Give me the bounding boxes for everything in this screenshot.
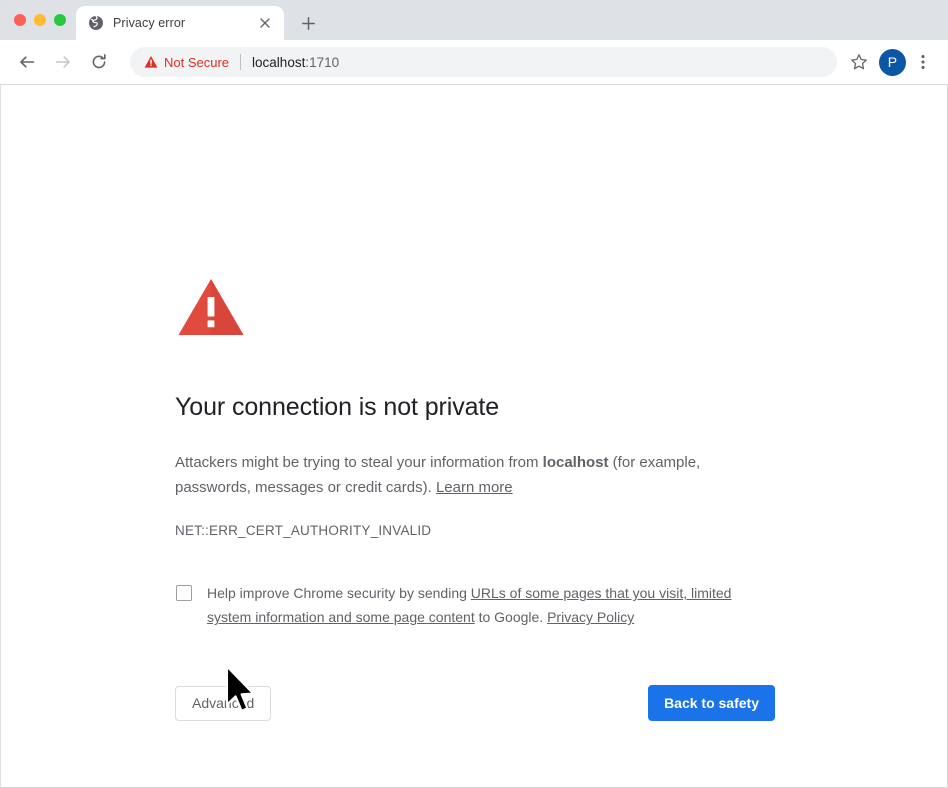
optin-middle: to Google. [474,609,548,626]
security-status-chip[interactable]: Not Secure [144,55,229,70]
reload-button[interactable] [84,47,114,77]
minimize-window-button[interactable] [34,14,46,26]
tab-strip: Privacy error [0,0,948,40]
tab-privacy-error[interactable]: Privacy error [76,6,284,40]
chrome-menu-icon[interactable] [910,48,936,76]
interstitial-button-row: Advanced Back to safety [175,685,775,722]
back-to-safety-button[interactable]: Back to safety [648,685,775,722]
description-lead: Attackers might be trying to steal your … [175,454,543,472]
address-bar[interactable]: Not Secure localhost:1710 [130,47,837,77]
safe-browsing-optin-row: Help improve Chrome security by sending … [175,581,775,629]
tab-title: Privacy error [113,16,186,30]
close-icon[interactable] [256,14,274,32]
optin-lead: Help improve Chrome security by sending [207,585,471,602]
url-text: localhost:1710 [252,55,339,70]
warning-triangle-icon [144,55,158,69]
url-host: localhost [252,54,306,70]
close-window-button[interactable] [14,14,26,26]
safe-browsing-checkbox[interactable] [176,585,192,602]
safe-browsing-optin-text: Help improve Chrome security by sending … [207,581,775,629]
window-controls [0,0,76,40]
interstitial-description: Attackers might be trying to steal your … [175,451,723,500]
browser-toolbar: Not Secure localhost:1710 P [0,40,948,84]
avatar[interactable]: P [879,48,906,76]
forward-button[interactable] [48,47,78,77]
new-tab-button[interactable] [294,9,322,37]
description-host: localhost [542,454,609,472]
globe-icon [88,15,104,31]
page-viewport: Your connection is not private Attackers… [0,84,948,788]
back-button[interactable] [12,47,42,77]
page-title: Your connection is not private [175,393,500,421]
ssl-interstitial: Your connection is not private Attackers… [175,271,795,722]
browser-window: Privacy error Not Secure localhost:1710 … [0,0,948,788]
maximize-window-button[interactable] [54,14,66,26]
omnibox-divider [240,54,242,70]
url-port: :1710 [305,54,340,70]
warning-triangle-icon [175,271,247,343]
privacy-policy-link[interactable]: Privacy Policy [547,609,634,625]
advanced-button[interactable]: Advanced [175,685,272,721]
error-code: NET::ERR_CERT_AUTHORITY_INVALID [175,523,432,539]
learn-more-link[interactable]: Learn more [436,479,513,496]
bookmark-star-icon[interactable] [845,48,873,76]
security-status-label: Not Secure [164,54,230,70]
